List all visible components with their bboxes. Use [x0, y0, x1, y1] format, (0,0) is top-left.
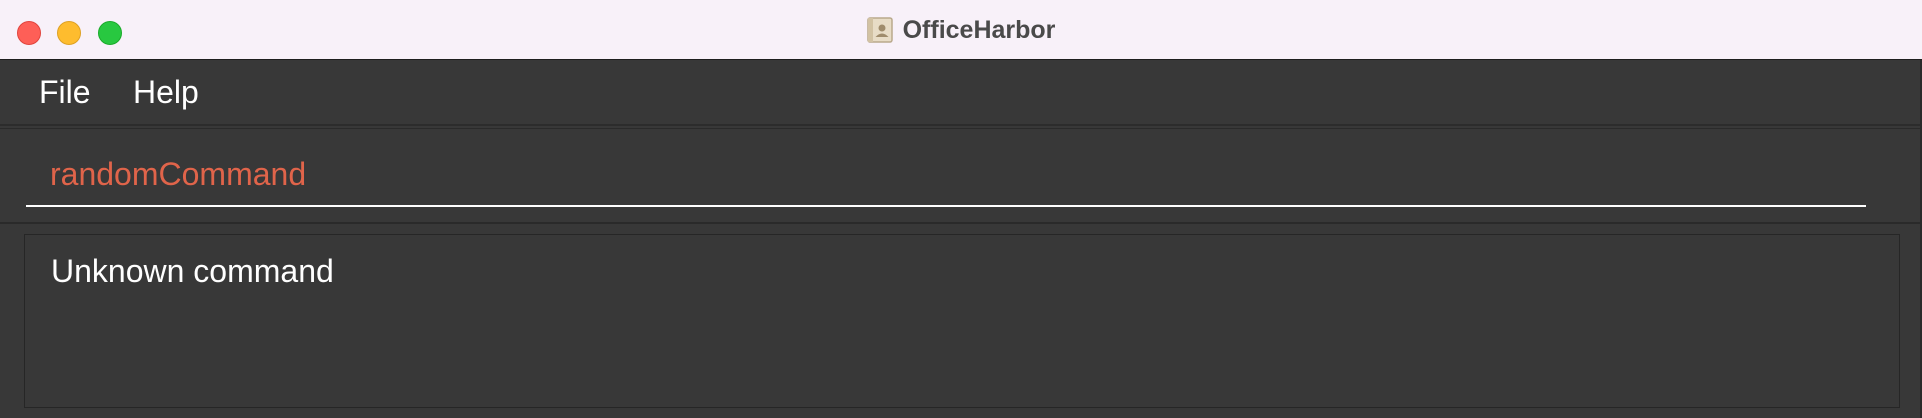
menu-file[interactable]: File	[39, 74, 91, 111]
window-title: OfficeHarbor	[902, 15, 1056, 44]
contacts-book-icon	[866, 17, 893, 43]
command-input[interactable]	[26, 143, 1866, 207]
app-window: OfficeHarbor File Help Unknown command	[0, 0, 1922, 418]
result-display[interactable]: Unknown command	[24, 234, 1900, 408]
command-box	[0, 128, 1922, 222]
section-divider	[0, 222, 1922, 224]
title-bar[interactable]: OfficeHarbor	[0, 0, 1922, 60]
menu-help[interactable]: Help	[133, 74, 199, 111]
menu-bar: File Help	[0, 60, 1922, 126]
result-message: Unknown command	[51, 253, 334, 289]
title-group: OfficeHarbor	[0, 0, 1922, 60]
